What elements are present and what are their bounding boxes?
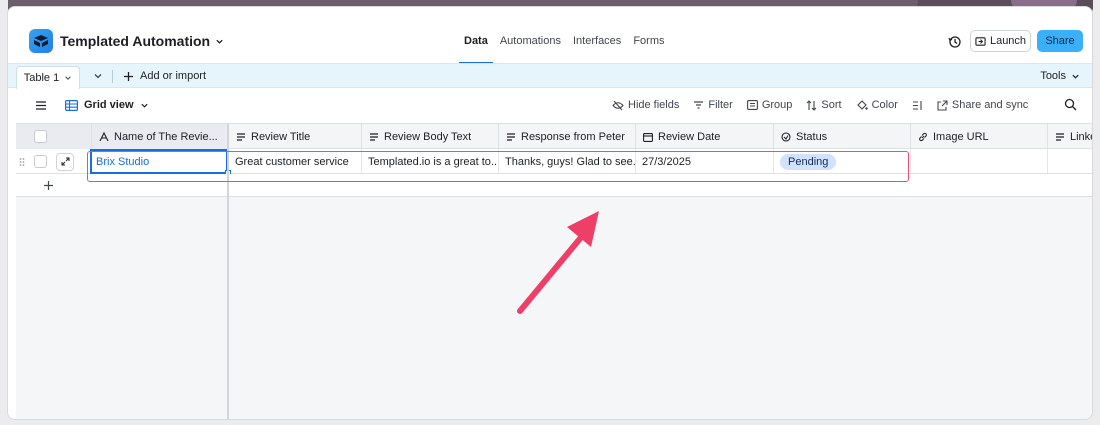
- group-button[interactable]: Group: [746, 99, 793, 111]
- column-label: Review Body Text: [384, 130, 472, 143]
- nav-interfaces[interactable]: Interfaces: [567, 35, 627, 63]
- cell-linkedin[interactable]: [1048, 149, 1092, 174]
- column-header-status[interactable]: Status: [774, 124, 911, 149]
- view-switcher[interactable]: Grid view: [65, 99, 149, 111]
- annotation-arrow-icon: [517, 211, 599, 314]
- eye-slash-icon: [612, 100, 624, 110]
- tab-table-1[interactable]: Table 1: [16, 66, 80, 89]
- row-controls: [16, 149, 92, 174]
- nav-data[interactable]: Data: [458, 35, 494, 64]
- drag-handle-icon[interactable]: [19, 157, 25, 167]
- share-and-sync-label: Share and sync: [951, 99, 1029, 111]
- chevron-down-icon: [65, 76, 72, 80]
- column-header-response[interactable]: Response from Peter: [499, 124, 636, 149]
- plus-icon: [124, 71, 133, 81]
- share-external-icon: [937, 99, 948, 111]
- expand-record-button[interactable]: [56, 152, 74, 171]
- view-name: Grid view: [84, 99, 134, 111]
- long-text-icon: [237, 132, 245, 141]
- text-a-icon: [99, 131, 109, 141]
- expand-icon: [61, 157, 69, 166]
- column-label: Image URL: [933, 130, 989, 143]
- hide-fields-button[interactable]: Hide fields: [612, 99, 679, 111]
- view-actions: Hide fields Filter Group Sort Color Shar…: [612, 99, 1028, 111]
- nav-automations[interactable]: Automations: [494, 35, 567, 63]
- column-header-review-title[interactable]: Review Title: [229, 124, 362, 149]
- column-label: LinkedI: [1070, 130, 1092, 143]
- sort-label: Sort: [821, 99, 842, 111]
- chevron-down-icon: [140, 103, 148, 108]
- grid-view-icon: [65, 99, 78, 111]
- column-label: Review Date: [658, 130, 721, 143]
- hamburger-menu-icon[interactable]: [35, 100, 47, 111]
- tables-menu-icon[interactable]: [93, 71, 103, 81]
- hide-fields-label: Hide fields: [628, 99, 680, 111]
- filter-label: Filter: [708, 99, 733, 111]
- column-header-review-date[interactable]: Review Date: [636, 124, 774, 149]
- filter-icon: [694, 101, 704, 109]
- chevron-down-icon: [1072, 74, 1079, 79]
- column-header-image-url[interactable]: Image URL: [911, 124, 1048, 149]
- divider: [112, 70, 113, 83]
- nav-forms[interactable]: Forms: [627, 35, 670, 63]
- select-all-cell: [16, 124, 92, 149]
- select-all-checkbox[interactable]: [34, 130, 47, 143]
- paint-bucket-icon: [856, 99, 868, 110]
- top-nav: Data Automations Interfaces Forms: [458, 35, 670, 64]
- share-and-sync-button[interactable]: Share and sync: [937, 99, 1028, 111]
- launch-button[interactable]: Launch: [970, 30, 1031, 52]
- calendar-icon: [643, 132, 653, 142]
- annotation-highlight-box: [87, 151, 909, 182]
- long-text-icon: [1056, 132, 1064, 141]
- launch-label: Launch: [989, 35, 1027, 47]
- cell-image-url[interactable]: [911, 149, 1048, 174]
- view-bar: Grid view Hide fields Filter Group Sort: [8, 89, 1092, 122]
- column-label: Status: [796, 130, 828, 143]
- color-label: Color: [871, 99, 898, 111]
- tools-label: Tools: [1040, 70, 1066, 82]
- column-header-review-body[interactable]: Review Body Text: [362, 124, 499, 149]
- base-name-label: Templated Automation: [60, 33, 211, 49]
- share-button[interactable]: Share: [1037, 30, 1083, 52]
- launch-icon: [975, 36, 986, 46]
- tab-label: Table 1: [23, 72, 60, 84]
- plus-icon: [44, 181, 53, 190]
- column-label: Name of The Revie...: [114, 130, 218, 143]
- long-text-icon: [370, 132, 378, 141]
- column-label: Review Title: [251, 130, 311, 143]
- link-icon: [919, 132, 927, 141]
- long-text-icon: [507, 132, 515, 141]
- tools-button[interactable]: Tools: [1040, 70, 1080, 82]
- base-logo-icon[interactable]: [29, 29, 53, 53]
- search-icon[interactable]: [1064, 98, 1077, 111]
- row-height-icon[interactable]: [912, 100, 923, 111]
- group-icon: [746, 100, 758, 110]
- add-or-import-button[interactable]: Add or import: [123, 70, 206, 82]
- app-header: Templated Automation Data Automations In…: [8, 21, 1092, 64]
- chevron-down-icon: [216, 39, 223, 44]
- group-label: Group: [761, 99, 793, 111]
- history-icon[interactable]: [948, 35, 962, 49]
- header-row: Name of The Revie... Review Title Review…: [16, 124, 1092, 149]
- sort-button[interactable]: Sort: [806, 99, 842, 111]
- column-header-linkedin[interactable]: LinkedI: [1048, 124, 1092, 149]
- color-button[interactable]: Color: [856, 99, 898, 111]
- base-name[interactable]: Templated Automation: [60, 33, 224, 49]
- status-circle-icon: [781, 131, 791, 142]
- table-bar: Table 1 Add or import Tools: [8, 63, 1092, 89]
- column-header-name[interactable]: Name of The Revie...: [92, 124, 228, 149]
- sort-icon: [807, 99, 817, 111]
- row-checkbox[interactable]: [34, 155, 47, 168]
- filter-button[interactable]: Filter: [693, 99, 733, 111]
- column-label: Response from Peter: [521, 130, 625, 143]
- add-import-label: Add or import: [140, 70, 207, 82]
